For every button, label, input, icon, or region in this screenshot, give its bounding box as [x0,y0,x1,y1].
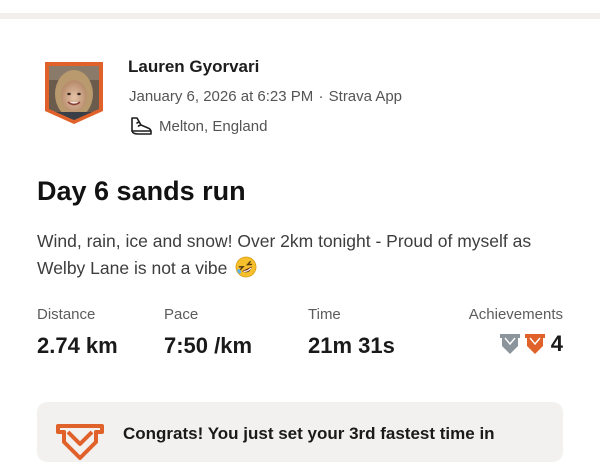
athlete-avatar[interactable] [43,60,105,126]
silver-trophy-icon [499,332,521,356]
activity-title[interactable]: Day 6 sands run [37,176,246,207]
stat-distance: Distance 2.74 km [37,306,118,359]
distance-label: Distance [37,306,96,323]
orange-trophy-icon [524,332,546,356]
laughing-emoji-icon [234,256,258,278]
activity-meta: January 6, 2026 at 6:23 PM · Strava App [129,88,402,105]
achievements-label: Achievements [468,306,563,323]
achievement-card[interactable]: Congrats! You just set your 3rd fastest … [37,402,563,462]
activity-source: Strava App [328,88,403,105]
stat-pace: Pace 7:50 /km [164,306,252,359]
location-text: Melton, England [159,117,268,135]
pace-label: Pace [164,306,199,323]
running-shoe-icon [129,115,153,137]
activity-location: Melton, England [129,115,267,137]
top-divider [0,0,600,19]
time-value: 21m 31s [308,333,395,358]
athlete-name[interactable]: Lauren Gyorvari [128,57,259,77]
time-label: Time [308,306,341,323]
achievements-count: 4 [550,331,563,356]
activity-date: January 6, 2026 at 6:23 PM [129,88,314,105]
trophy-icon [56,424,104,462]
distance-value: 2.74 km [37,333,118,358]
stat-time: Time 21m 31s [308,306,395,359]
description-text: Wind, rain, ice and snow! Over 2km tonig… [37,231,532,278]
activity-description: Wind, rain, ice and snow! Over 2km tonig… [37,228,577,282]
achievement-card-text: Congrats! You just set your 3rd fastest … [123,424,495,443]
pace-value: 7:50 /km [164,333,253,358]
meta-separator: · [318,88,324,105]
stat-achievements[interactable]: Achievements 4 [469,306,563,357]
